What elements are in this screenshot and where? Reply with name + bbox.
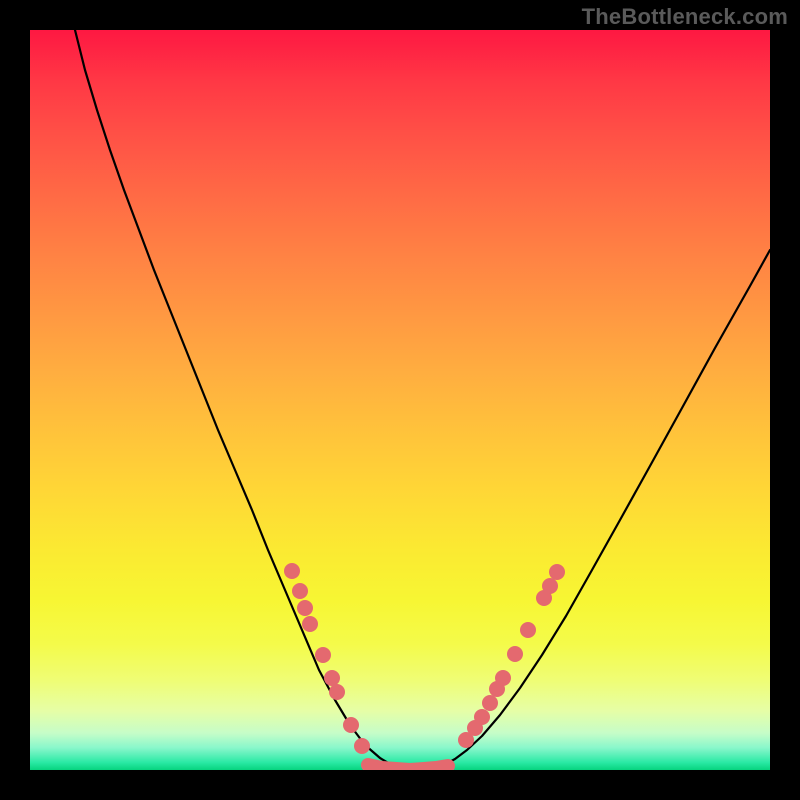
left-marker <box>284 563 300 579</box>
chart-frame: TheBottleneck.com <box>0 0 800 800</box>
right-marker <box>507 646 523 662</box>
right-marker <box>549 564 565 580</box>
series-right-branch <box>438 250 770 767</box>
markers-group <box>284 563 565 754</box>
series-group <box>75 30 770 770</box>
right-marker <box>542 578 558 594</box>
left-marker <box>302 616 318 632</box>
series-bottom-flat <box>368 765 448 770</box>
watermark-label: TheBottleneck.com <box>582 4 788 30</box>
left-marker <box>354 738 370 754</box>
plot-area <box>30 30 770 770</box>
left-marker <box>315 647 331 663</box>
curve-layer <box>30 30 770 770</box>
left-marker <box>329 684 345 700</box>
left-marker <box>324 670 340 686</box>
right-marker <box>474 709 490 725</box>
series-left-branch <box>75 30 398 767</box>
left-marker <box>297 600 313 616</box>
right-marker <box>520 622 536 638</box>
right-marker <box>482 695 498 711</box>
left-marker <box>343 717 359 733</box>
right-marker <box>495 670 511 686</box>
left-marker <box>292 583 308 599</box>
